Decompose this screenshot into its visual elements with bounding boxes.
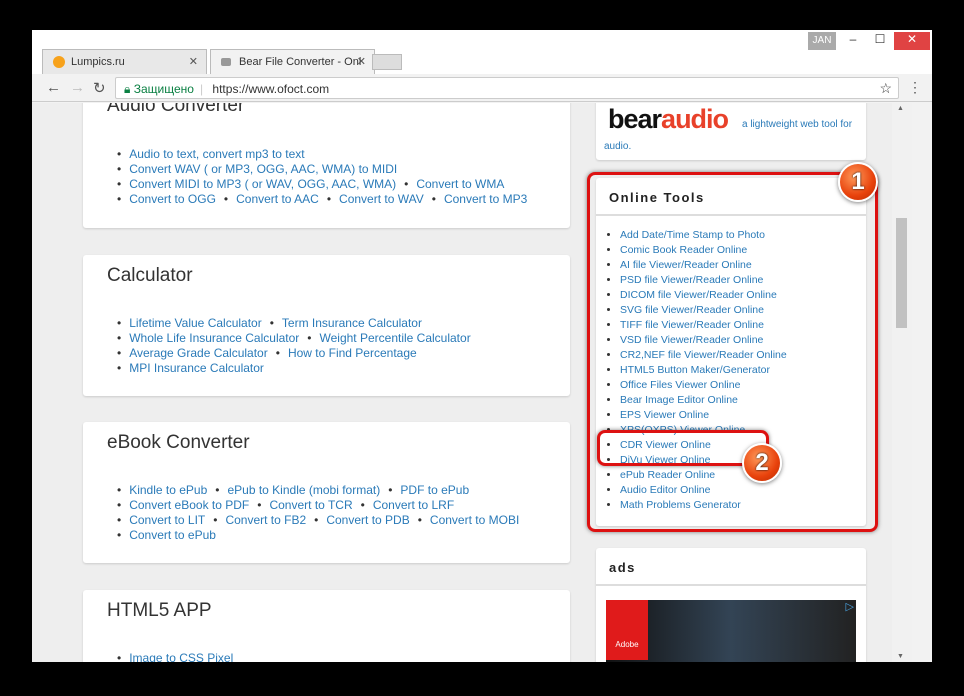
link-row: • Convert MIDI to MP3 ( or WAV, OGG, AAC,… bbox=[117, 177, 505, 191]
converter-link[interactable]: ePub to Kindle (mobi format) bbox=[227, 483, 380, 497]
link-row: • Whole Life Insurance Calculator • Weight … bbox=[117, 331, 471, 345]
user-profile-button[interactable]: JAN bbox=[808, 32, 836, 50]
url-text: https://www.ofoct.com bbox=[212, 82, 330, 96]
link-row: • MPI Insurance Calculator bbox=[117, 361, 264, 375]
card-audio-converter: Audio Converter • Audio to text, convert … bbox=[83, 103, 570, 228]
link-row: • Audio to text, convert mp3 to text bbox=[117, 147, 305, 161]
converter-link[interactable]: Convert to LIT bbox=[129, 513, 205, 527]
converter-link[interactable]: Convert to AAC bbox=[236, 192, 319, 206]
card-title: eBook Converter bbox=[107, 432, 250, 453]
link-row: • Convert eBook to PDF • Convert to TCR • Con… bbox=[117, 498, 455, 512]
forward-icon[interactable]: → bbox=[70, 79, 85, 96]
link-row: • Convert to LIT • Convert to FB2 • Convert t… bbox=[117, 513, 520, 527]
adchoices-icon[interactable]: ▷ bbox=[846, 600, 854, 613]
converter-link[interactable]: Convert to MOBI bbox=[430, 513, 519, 527]
scroll-down-icon[interactable]: ▼ bbox=[897, 653, 904, 660]
converter-link[interactable]: Convert to MP3 bbox=[444, 192, 527, 206]
converter-link[interactable]: Convert to PDB bbox=[326, 513, 409, 527]
converter-link[interactable]: Convert eBook to PDF bbox=[129, 498, 249, 512]
close-tab-icon[interactable]: ✕ bbox=[357, 55, 366, 68]
converter-link[interactable]: Audio to text, convert mp3 to text bbox=[129, 147, 304, 161]
reload-icon[interactable]: ↻ bbox=[93, 79, 106, 97]
converter-link[interactable]: PDF to ePub bbox=[400, 483, 469, 497]
converter-link[interactable]: Convert to ePub bbox=[129, 528, 216, 542]
title-bar: Lumpics.ru ✕ Bear File Converter - Onl ✕… bbox=[32, 30, 932, 74]
converter-link[interactable]: Convert to FB2 bbox=[225, 513, 306, 527]
annotation-badge-2: 2 bbox=[742, 443, 782, 483]
card-ebook-converter: eBook Converter • Kindle to ePub • ePub to … bbox=[83, 422, 570, 563]
converter-link[interactable]: Convert to WAV bbox=[339, 192, 424, 206]
annotation-badge-1: 1 bbox=[838, 162, 878, 202]
converter-link[interactable]: Weight Percentile Calculator bbox=[320, 331, 471, 345]
converter-link[interactable]: Average Grade Calculator bbox=[129, 346, 268, 360]
converter-link[interactable]: Convert WAV ( or MP3, OGG, AAC, WMA) to … bbox=[129, 162, 397, 176]
highlight-online-tools bbox=[587, 172, 878, 532]
converter-link[interactable]: Convert MIDI to MP3 ( or WAV, OGG, AAC, … bbox=[129, 177, 396, 191]
converter-link[interactable]: Convert to OGG bbox=[129, 192, 216, 206]
converter-link[interactable]: Convert to LRF bbox=[373, 498, 454, 512]
lock-icon: 🔒︎ bbox=[124, 82, 131, 96]
converter-link[interactable]: Image to CSS Pixel bbox=[129, 651, 233, 662]
adobe-logo: Adobe bbox=[606, 600, 648, 660]
bear-favicon-icon bbox=[221, 58, 231, 66]
back-icon[interactable]: ← bbox=[46, 79, 61, 96]
card-title: Calculator bbox=[107, 265, 193, 286]
converter-link[interactable]: MPI Insurance Calculator bbox=[129, 361, 264, 375]
toolbar: ← → ↻ 🔒︎ Защищено | https://www.ofoct.com… bbox=[32, 74, 932, 102]
scrollbar[interactable]: ▲ ▼ bbox=[892, 103, 912, 662]
converter-link[interactable]: Lifetime Value Calculator bbox=[129, 316, 262, 330]
card-title: HTML5 APP bbox=[107, 600, 212, 621]
secure-label: Защищено bbox=[133, 82, 194, 96]
converter-link[interactable]: Term Insurance Calculator bbox=[282, 316, 422, 330]
bookmark-star-icon[interactable]: ☆ bbox=[879, 80, 892, 97]
bear-audio-link[interactable]: a lightweight web tool for audio. bbox=[604, 119, 852, 152]
converter-link[interactable]: Convert to WMA bbox=[416, 177, 504, 191]
card-calculator: Calculator • Lifetime Value Calculator • Te… bbox=[83, 255, 570, 396]
new-tab-button[interactable] bbox=[372, 54, 402, 70]
tab-label: Lumpics.ru bbox=[71, 56, 125, 68]
ads-title: ads bbox=[596, 548, 866, 586]
ads-panel: ads Adobe ▷ bbox=[596, 548, 866, 662]
converter-link[interactable]: Kindle to ePub bbox=[129, 483, 207, 497]
tab-bear-file-converter[interactable]: Bear File Converter - Onl ✕ bbox=[210, 49, 375, 74]
converter-link[interactable]: How to Find Percentage bbox=[288, 346, 417, 360]
ad-banner[interactable]: Adobe ▷ bbox=[606, 600, 856, 662]
link-row: • Lifetime Value Calculator • Term Insuranc… bbox=[117, 316, 422, 330]
link-row: • Convert WAV ( or MP3, OGG, AAC, WMA) to… bbox=[117, 162, 398, 176]
menu-icon[interactable]: ⋮ bbox=[908, 79, 922, 96]
maximize-button[interactable]: ☐ bbox=[868, 32, 892, 50]
link-row: • Average Grade Calculator • How to Find Pe… bbox=[117, 346, 417, 360]
link-row: • Kindle to ePub • ePub to Kindle (mobi for… bbox=[117, 483, 470, 497]
scrollbar-thumb[interactable] bbox=[896, 218, 907, 328]
bear-audio-promo[interactable]: bearaudio a lightweight web tool for aud… bbox=[596, 103, 866, 160]
close-tab-icon[interactable]: ✕ bbox=[189, 55, 198, 68]
close-window-button[interactable]: ✕ bbox=[894, 32, 930, 50]
link-row: • Convert to ePub bbox=[117, 528, 216, 542]
converter-link[interactable]: Convert to TCR bbox=[269, 498, 352, 512]
converter-link[interactable]: Whole Life Insurance Calculator bbox=[129, 331, 299, 345]
link-row: • Convert to OGG • Convert to AAC • Convert t… bbox=[117, 192, 528, 206]
tab-lumpics[interactable]: Lumpics.ru ✕ bbox=[42, 49, 207, 74]
lumpics-favicon-icon bbox=[53, 56, 65, 68]
link-row: • Image to CSS Pixel bbox=[117, 651, 233, 662]
minimize-button[interactable]: – bbox=[842, 32, 864, 50]
card-html5-app: HTML5 APP • Image to CSS Pixel bbox=[83, 590, 570, 662]
scroll-up-icon[interactable]: ▲ bbox=[897, 105, 904, 112]
card-title: Audio Converter bbox=[107, 103, 245, 116]
address-bar[interactable]: 🔒︎ Защищено | https://www.ofoct.com ☆ bbox=[115, 77, 899, 99]
tab-label: Bear File Converter - Onl bbox=[239, 56, 362, 68]
